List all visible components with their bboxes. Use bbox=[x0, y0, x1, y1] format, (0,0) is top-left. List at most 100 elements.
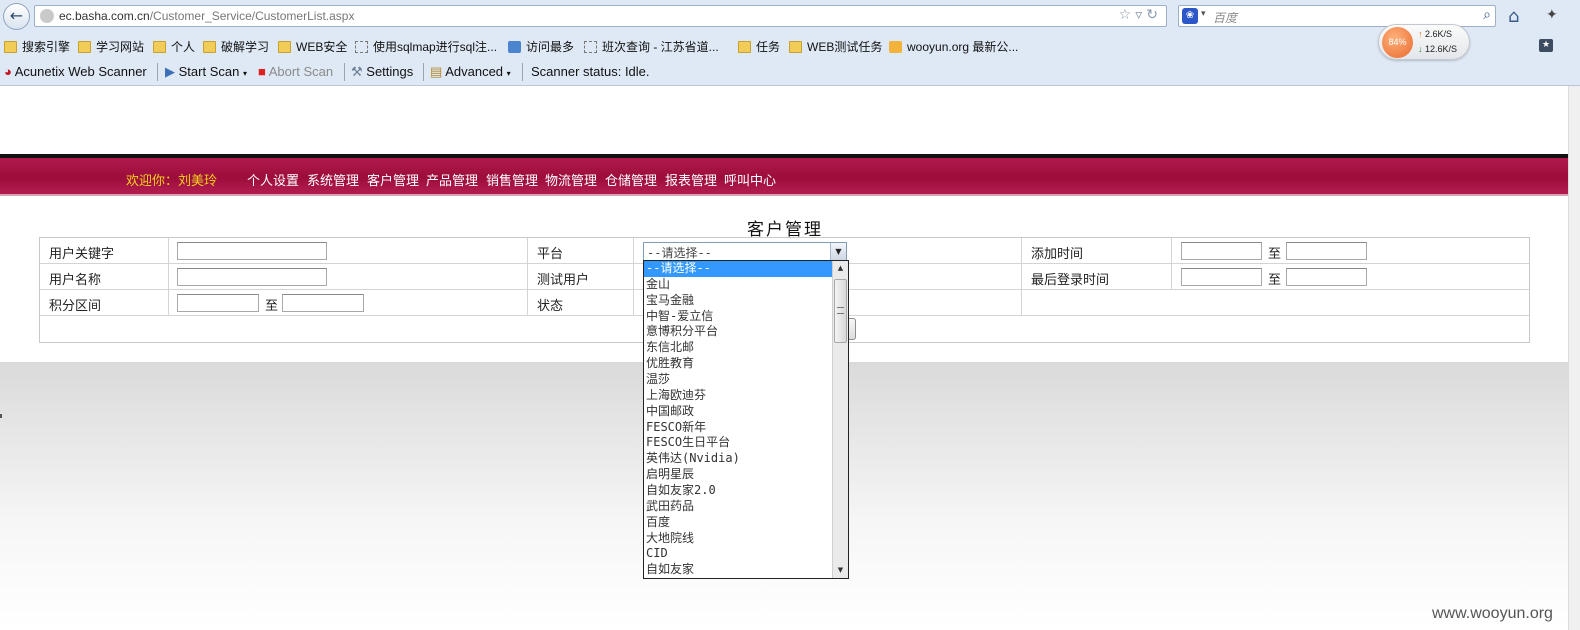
folder-icon bbox=[4, 41, 17, 53]
username-input[interactable] bbox=[177, 268, 327, 286]
dropdown-option[interactable]: 中智-爱立信 bbox=[644, 309, 832, 325]
points-min-input[interactable] bbox=[177, 294, 259, 312]
address-bar[interactable]: ec.basha.com.cn/Customer_Service/Custome… bbox=[34, 5, 1167, 27]
add-time-end-input[interactable] bbox=[1286, 242, 1367, 260]
keyword-input[interactable] bbox=[177, 242, 327, 260]
dropdown-option[interactable]: 百度 bbox=[644, 515, 832, 531]
dropdown-option[interactable]: 优胜教育 bbox=[644, 356, 832, 372]
bookmark-label: 搜索引擎 bbox=[22, 40, 71, 54]
dropdown-option[interactable]: 意博积分平台 bbox=[644, 324, 832, 340]
engine-dropdown-icon[interactable]: ▾ bbox=[1201, 9, 1206, 19]
nav-report-management[interactable]: 报表管理 bbox=[665, 170, 717, 189]
nav-sales-management[interactable]: 销售管理 bbox=[486, 170, 538, 189]
nav-logistics-management[interactable]: 物流管理 bbox=[545, 170, 597, 189]
bookmark-item[interactable]: wooyun.org 最新公... bbox=[889, 38, 1018, 55]
bookmark-item[interactable]: WEB安全 bbox=[278, 38, 347, 55]
add-time-label: 添加时间 bbox=[1031, 247, 1084, 262]
bookmark-item[interactable]: 使用sqlmap进行sql注... bbox=[355, 38, 497, 55]
bookmark-item[interactable]: 访问最多 bbox=[508, 38, 574, 55]
url-text[interactable]: ec.basha.com.cn/Customer_Service/Custome… bbox=[59, 9, 354, 23]
bookmark-label: wooyun.org 最新公... bbox=[907, 40, 1019, 54]
dropdown-option[interactable]: 大地院线 bbox=[644, 531, 832, 547]
col-divider bbox=[1021, 238, 1022, 315]
dropdown-option[interactable]: 自如友家2.0 bbox=[644, 483, 832, 499]
nav-call-center[interactable]: 呼叫中心 bbox=[724, 170, 776, 189]
bookmark-item[interactable]: 学习网站 bbox=[78, 38, 144, 55]
dropdown-option[interactable]: 中国邮政 bbox=[644, 404, 832, 420]
back-button[interactable]: ← bbox=[3, 3, 30, 30]
download-speed: ↓ 12.6K/S bbox=[1418, 44, 1457, 54]
chevron-down-icon[interactable]: ▼ bbox=[830, 243, 846, 260]
home-icon[interactable]: ⌂ bbox=[1508, 6, 1519, 27]
dropdown-option[interactable]: 温莎 bbox=[644, 372, 832, 388]
scanner-status: Scanner status: Idle. bbox=[531, 64, 650, 79]
toolbar-divider bbox=[522, 63, 523, 81]
dropdown-option[interactable]: 自如友家 bbox=[644, 562, 832, 578]
last-login-end-input[interactable] bbox=[1286, 268, 1367, 286]
username-label: 用户名称 bbox=[49, 273, 102, 288]
scroll-down-icon[interactable]: ▼ bbox=[833, 563, 848, 578]
dropdown-option[interactable]: 东信北邮 bbox=[644, 340, 832, 356]
toolbar-divider bbox=[423, 63, 424, 81]
dropdown-option[interactable]: 宝马金融 bbox=[644, 293, 832, 309]
acunetix-brand[interactable]: ◕ Acunetix Web Scanner bbox=[4, 64, 147, 79]
network-monitor-widget[interactable]: 84% ↑ 2.6K/S ↓ 12.6K/S bbox=[1378, 24, 1470, 60]
platform-dropdown-list[interactable]: --请选择-- 金山 宝马金融 中智-爱立信 意博积分平台 东信北邮 优胜教育 … bbox=[643, 260, 849, 579]
toolbar-divider bbox=[344, 63, 345, 81]
dropdown-option[interactable]: 武田药品 bbox=[644, 499, 832, 515]
addon-icon[interactable]: ✦ bbox=[1546, 7, 1558, 23]
dropdown-arrow-icon[interactable]: ▿ bbox=[1135, 7, 1146, 23]
rss-icon bbox=[889, 41, 902, 53]
bookmark-label: 班次查询 - 江苏省道... bbox=[602, 40, 719, 54]
dropdown-option[interactable]: --请选择-- bbox=[644, 261, 832, 277]
scroll-thumb[interactable] bbox=[834, 279, 847, 343]
acunetix-toolbar: ◕ Acunetix Web Scanner ▶ Start Scan ▾ ■ … bbox=[0, 60, 1580, 84]
add-time-start-input[interactable] bbox=[1181, 242, 1262, 260]
bookmark-item[interactable]: 班次查询 - 江苏省道... bbox=[584, 38, 719, 55]
advanced-button[interactable]: ▤ Advanced ▾ bbox=[430, 64, 511, 80]
acunetix-logo-icon: ◕ bbox=[4, 64, 12, 79]
dropdown-option[interactable]: 上海欧迪芬 bbox=[644, 388, 832, 404]
reload-icon[interactable]: ↻ bbox=[1146, 7, 1162, 23]
col-divider bbox=[168, 238, 169, 315]
folder-icon bbox=[78, 41, 91, 53]
page-icon bbox=[355, 41, 368, 53]
nav-product-management[interactable]: 产品管理 bbox=[426, 170, 478, 189]
scroll-up-icon[interactable]: ▲ bbox=[833, 261, 848, 276]
bookmarks-menu-icon[interactable]: ★ bbox=[1539, 39, 1553, 52]
nav-warehouse-management[interactable]: 仓储管理 bbox=[605, 170, 657, 189]
bookmark-label: 学习网站 bbox=[96, 40, 145, 54]
start-scan-button[interactable]: ▶ Start Scan ▾ bbox=[165, 64, 247, 80]
star-icon[interactable]: ☆ bbox=[1119, 7, 1136, 23]
to-label: 至 bbox=[1268, 247, 1282, 262]
page-scrollbar[interactable] bbox=[1568, 86, 1580, 630]
bookmark-item[interactable]: 任务 bbox=[738, 38, 780, 55]
points-max-input[interactable] bbox=[282, 294, 364, 312]
nav-personal-settings[interactable]: 个人设置 bbox=[247, 170, 299, 189]
platform-select[interactable]: --请选择-- ▼ bbox=[643, 242, 847, 261]
up-arrow-icon: ↑ bbox=[1418, 29, 1423, 39]
baidu-engine-icon[interactable]: ❀ bbox=[1182, 8, 1198, 24]
folder-icon bbox=[203, 41, 216, 53]
nav-system-management[interactable]: 系统管理 bbox=[307, 170, 359, 189]
bookmark-item[interactable]: WEB测试任务 bbox=[789, 38, 882, 55]
search-icon[interactable]: ⌕ bbox=[1483, 7, 1491, 23]
settings-button[interactable]: ⚒ Settings bbox=[351, 64, 413, 80]
dropdown-option[interactable]: FESCO新年 bbox=[644, 420, 832, 436]
bookmark-item[interactable]: 破解学习 bbox=[203, 38, 269, 55]
most-visited-icon bbox=[508, 41, 521, 53]
bookmark-item[interactable]: 搜索引擎 bbox=[4, 38, 70, 55]
nav-customer-management[interactable]: 客户管理 bbox=[367, 170, 419, 189]
bookmark-item[interactable]: 个人 bbox=[153, 38, 195, 55]
dropdown-scrollbar[interactable]: ▲ ▼ bbox=[832, 261, 848, 578]
dropdown-option[interactable]: 启明星辰 bbox=[644, 467, 832, 483]
back-arrow-icon: ← bbox=[9, 6, 24, 25]
abort-scan-button[interactable]: ■ Abort Scan bbox=[258, 64, 333, 79]
last-login-start-input[interactable] bbox=[1181, 268, 1262, 286]
site-identity-icon[interactable] bbox=[40, 9, 54, 23]
dropdown-option[interactable]: 英伟达(Nvidia) bbox=[644, 451, 832, 467]
dropdown-option[interactable]: CID bbox=[644, 546, 832, 562]
folder-icon bbox=[278, 41, 291, 53]
dropdown-option[interactable]: FESCO生日平台 bbox=[644, 435, 832, 451]
dropdown-option[interactable]: 金山 bbox=[644, 277, 832, 293]
